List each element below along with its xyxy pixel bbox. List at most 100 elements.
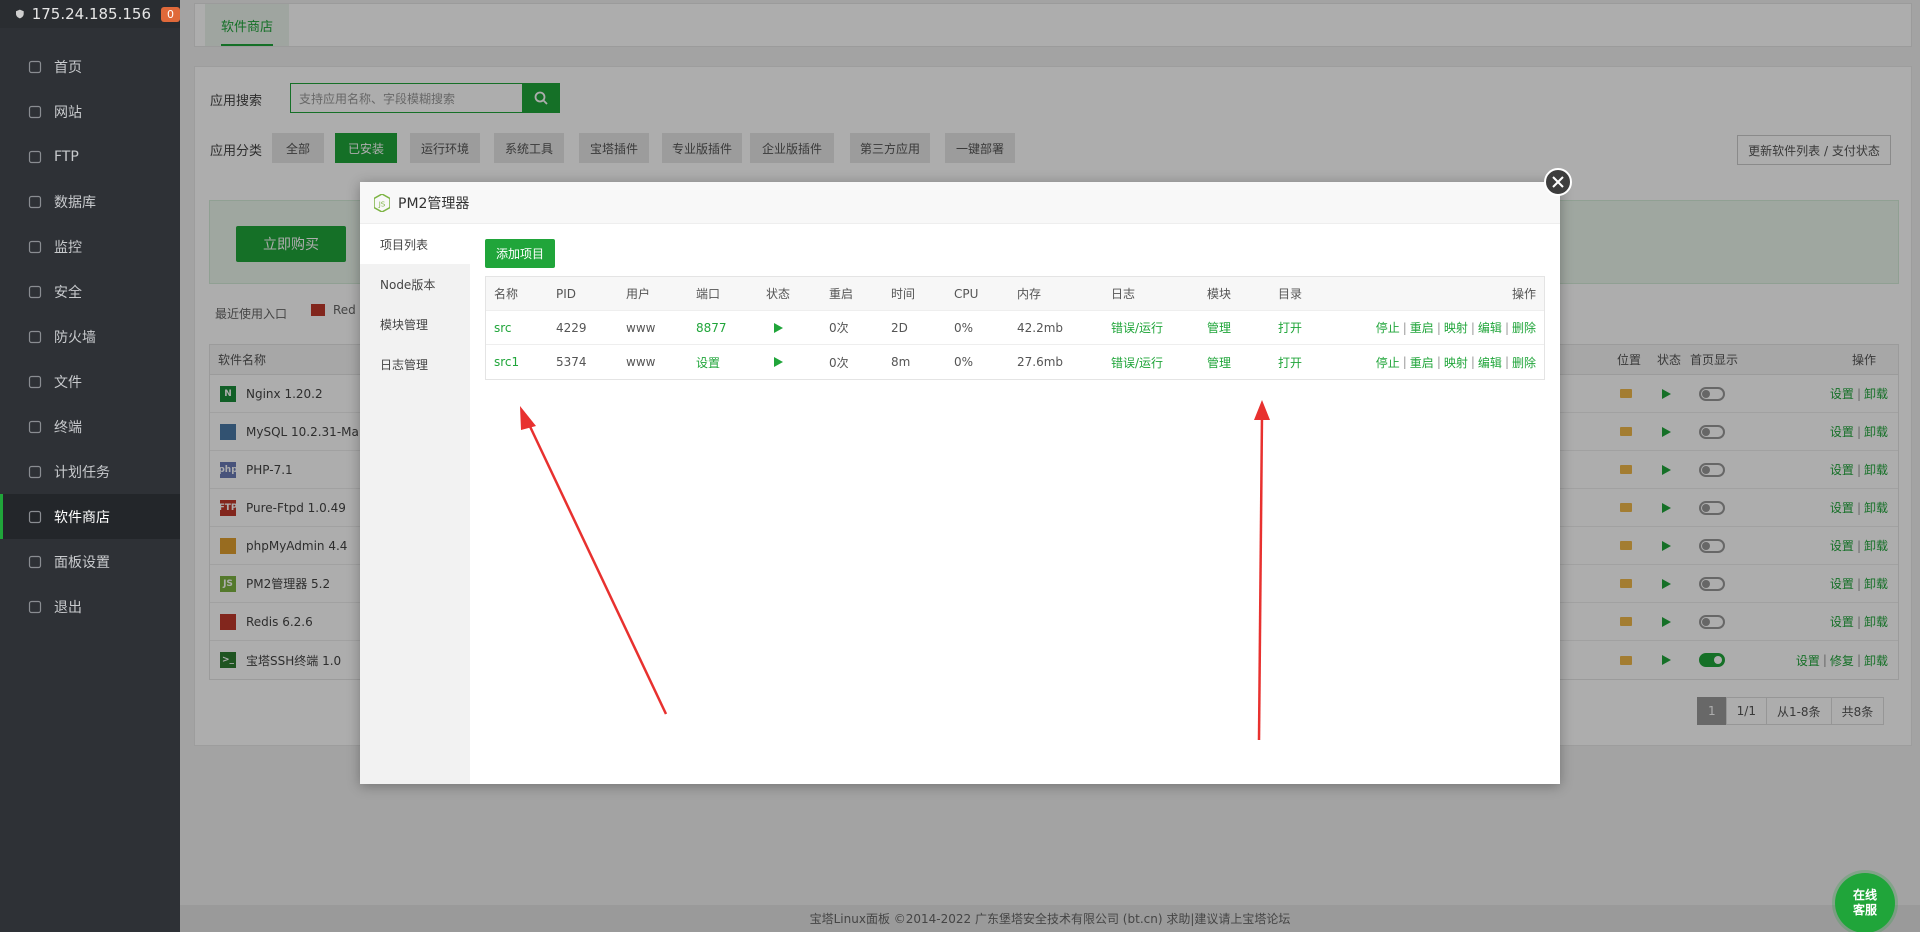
dialog-nav-item-0[interactable]: 项目列表 [360, 224, 470, 264]
sidebar-item-label: 终端 [54, 419, 82, 436]
header-12: 操作 [1511, 287, 1536, 301]
sidebar-item-label: FTP [54, 148, 79, 165]
sidebar-item-label: 软件商店 [54, 509, 110, 526]
grid-icon [28, 510, 42, 523]
sidebar-item-label: 数据库 [54, 194, 96, 211]
dialog-nav-item-2[interactable]: 模块管理 [360, 304, 470, 344]
sidebar-item-label: 首页 [54, 59, 82, 76]
sidebar-item-3[interactable]: 数据库 [0, 179, 180, 224]
dialog-close-button[interactable] [1544, 168, 1572, 196]
project-dir[interactable]: 打开 [1278, 311, 1302, 344]
project-op-link[interactable]: 停止 [1376, 354, 1400, 371]
sidebar-item-label: 监控 [54, 239, 82, 256]
project-pid: 5374 [556, 355, 587, 369]
ops-separator: | [1402, 355, 1407, 369]
monitor-icon [28, 240, 42, 253]
dialog-body: 添加项目 名称 PID 用户 端口 状态 重启 时间 CPU 内存 日志 模块 目录 操作 src 4229… [470, 224, 1560, 784]
header-10: 模块 [1207, 287, 1232, 301]
sidebar-item-8[interactable]: 终端 [0, 404, 180, 449]
dialog-side-nav: 项目列表 Node版本 模块管理 日志管理 [360, 224, 470, 784]
project-mem: 27.6mb [1017, 355, 1064, 369]
sidebar-item-10[interactable]: 软件商店 [0, 494, 180, 539]
header-3: 端口 [696, 287, 721, 301]
project-log[interactable]: 错误/运行 [1111, 345, 1163, 379]
sidebar-item-5[interactable]: 安全 [0, 269, 180, 314]
project-pid: 4229 [556, 320, 587, 335]
project-name[interactable]: src1 [494, 345, 519, 379]
header-5: 重启 [829, 287, 854, 301]
online-support-button[interactable]: 在线 客服 [1835, 873, 1895, 932]
ftp-icon [28, 150, 42, 163]
sidebar-item-0[interactable]: 首页 [0, 44, 180, 89]
project-op-link[interactable]: 重启 [1410, 319, 1434, 336]
sidebar-item-9[interactable]: 计划任务 [0, 449, 180, 494]
play-icon[interactable] [774, 357, 783, 367]
project-op-link[interactable]: 编辑 [1478, 354, 1502, 371]
logout-icon [28, 600, 42, 613]
sidebar-item-2[interactable]: FTP [0, 134, 180, 179]
sidebar-item-12[interactable]: 退出 [0, 584, 180, 629]
ops-separator: | [1436, 320, 1441, 335]
project-cpu: 0% [954, 355, 974, 369]
ops-separator: | [1504, 355, 1509, 369]
sidebar-item-label: 网站 [54, 104, 82, 121]
sidebar-item-label: 计划任务 [54, 464, 110, 481]
project-table: 名称 PID 用户 端口 状态 重启 时间 CPU 内存 日志 模块 目录 操作 src 4229 www 88… [485, 276, 1545, 380]
nodejs-icon: JS [374, 193, 390, 212]
project-name[interactable]: src [494, 311, 512, 344]
dialog-title: PM2管理器 [398, 195, 470, 212]
dialog-header: JS PM2管理器 [360, 182, 1560, 224]
ops-separator: | [1470, 355, 1475, 369]
terminal-icon [28, 420, 42, 433]
header-4: 状态 [766, 287, 791, 301]
project-log[interactable]: 错误/运行 [1111, 311, 1163, 344]
shield-icon [28, 285, 42, 298]
header-8: 内存 [1017, 287, 1042, 301]
ops-separator: | [1402, 320, 1407, 335]
notification-badge[interactable]: 0 [161, 6, 180, 22]
project-op-link[interactable]: 重启 [1410, 354, 1434, 371]
project-op-link[interactable]: 映射 [1444, 354, 1468, 371]
project-restart: 0次 [829, 321, 849, 335]
sidebar-item-4[interactable]: 监控 [0, 224, 180, 269]
dialog-nav-item-1[interactable]: Node版本 [360, 264, 470, 304]
firewall-icon [28, 330, 42, 343]
project-user: www [626, 355, 656, 369]
home-icon [28, 60, 42, 73]
sidebar-item-label: 防火墙 [54, 329, 96, 346]
sidebar-item-label: 退出 [54, 599, 82, 616]
project-op-link[interactable]: 停止 [1376, 319, 1400, 336]
project-port[interactable]: 8877 [696, 311, 727, 344]
database-icon [28, 195, 42, 208]
project-row: src1 5374 www 设置 0次 8m 0% 27.6mb 错误/运行 管理 打开 停止 | 重启 |… [486, 345, 1544, 379]
play-icon[interactable] [774, 322, 783, 333]
project-port[interactable]: 设置 [696, 345, 720, 379]
project-module[interactable]: 管理 [1207, 311, 1231, 344]
sidebar-item-label: 面板设置 [54, 554, 110, 571]
project-mem: 42.2mb [1017, 320, 1064, 335]
project-time: 8m [891, 355, 911, 369]
dialog-nav-item-3[interactable]: 日志管理 [360, 344, 470, 384]
status-cell [774, 345, 783, 379]
sidebar-item-11[interactable]: 面板设置 [0, 539, 180, 584]
sidebar-item-label: 安全 [54, 284, 82, 301]
project-cpu: 0% [954, 320, 974, 335]
project-row: src 4229 www 8877 0次 2D 0% 42.2mb 错误/运行 管理 打开 停止 | 重启… [486, 311, 1544, 345]
project-op-link[interactable]: 映射 [1444, 319, 1468, 336]
project-op-link[interactable]: 编辑 [1478, 319, 1502, 336]
sidebar-item-1[interactable]: 网站 [0, 89, 180, 134]
ops-separator: | [1470, 320, 1475, 335]
add-project-button[interactable]: 添加项目 [485, 239, 555, 268]
sidebar-item-7[interactable]: 文件 [0, 359, 180, 404]
project-op-link[interactable]: 删除 [1512, 354, 1536, 371]
project-module[interactable]: 管理 [1207, 345, 1231, 379]
shield-icon [16, 9, 24, 19]
project-ops: 停止 | 重启 | 映射 | 编辑 | 删除 [1376, 311, 1536, 344]
server-ip: 175.24.185.156 [31, 5, 151, 23]
sidebar-item-6[interactable]: 防火墙 [0, 314, 180, 359]
project-time: 2D [891, 320, 908, 335]
project-dir[interactable]: 打开 [1278, 345, 1302, 379]
project-op-link[interactable]: 删除 [1512, 319, 1536, 336]
chat-line2: 客服 [1852, 903, 1877, 917]
status-cell [774, 311, 783, 344]
